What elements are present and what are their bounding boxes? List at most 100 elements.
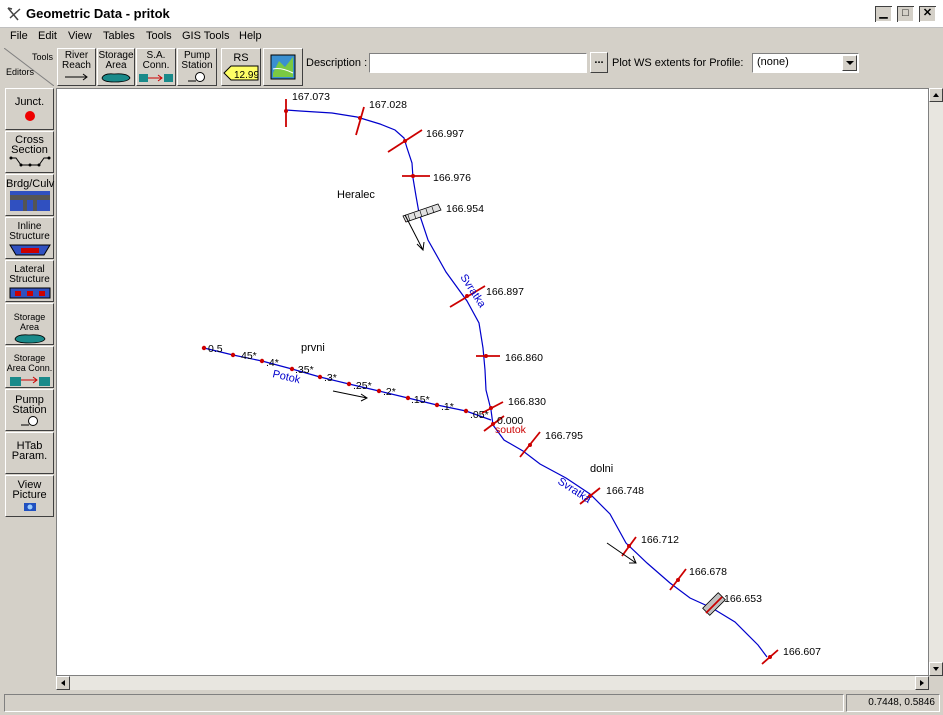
- river-reach-button[interactable]: River Reach: [57, 48, 96, 86]
- station-label: .2*: [383, 386, 396, 398]
- reach-label: prvni: [301, 342, 325, 354]
- station-label: 166.860: [505, 352, 543, 364]
- scroll-left-button[interactable]: [56, 676, 70, 690]
- menu-file[interactable]: File: [10, 30, 28, 42]
- status-bar: 0.7448, 0.5846: [0, 692, 943, 715]
- schematic-svg[interactable]: 167.073 167.028 166.997 166.976 166.954 …: [56, 88, 929, 676]
- schematic-canvas[interactable]: 167.073 167.028 166.997 166.976 166.954 …: [56, 88, 929, 676]
- junction-editor-button[interactable]: Junct.: [5, 88, 54, 130]
- reach-label: dolni: [590, 463, 613, 475]
- menu-tools[interactable]: Tools: [146, 30, 172, 42]
- editor-label: Param.: [11, 450, 48, 462]
- bridge-culvert-editor-button[interactable]: Brdg/Culv: [5, 174, 54, 216]
- cross-section-icon: [9, 156, 50, 167]
- menu-edit[interactable]: Edit: [38, 30, 57, 42]
- editor-label: Section: [11, 144, 48, 156]
- cross-section-editor-button[interactable]: Cross Section: [5, 131, 54, 173]
- storage-area-button[interactable]: Storage Area: [97, 48, 135, 86]
- arrow-right-icon: [920, 680, 924, 686]
- rs-label: RS: [233, 52, 249, 64]
- arrow-down-icon: [933, 667, 939, 671]
- status-message-panel: [4, 694, 844, 712]
- lateral-structure-editor-button[interactable]: Lateral Structure: [5, 260, 54, 302]
- gis-map-button[interactable]: [263, 48, 303, 86]
- tools-editors-corner: Tools Editors: [4, 48, 54, 86]
- pump-station-editor-button[interactable]: Pump Station: [5, 389, 54, 431]
- station-label: .3*: [324, 372, 337, 384]
- station-label: 166.678: [689, 566, 727, 578]
- lateral-structure-icon: [9, 287, 50, 299]
- close-button[interactable]: ✕: [918, 5, 937, 23]
- menu-tables[interactable]: Tables: [103, 30, 135, 42]
- scroll-down-button[interactable]: [929, 662, 943, 676]
- htab-editor-button[interactable]: HTab Param.: [5, 432, 54, 474]
- editor-label: Structure: [9, 231, 50, 242]
- station-label: 45*: [241, 350, 257, 362]
- flow-arrow-icon: [606, 542, 637, 564]
- scroll-up-button[interactable]: [929, 88, 943, 102]
- inline-structure-editor-button[interactable]: Inline Structure: [5, 217, 54, 259]
- junction-icon: [24, 111, 35, 121]
- description-label: Description :: [306, 57, 368, 69]
- station-label: 167.073: [292, 91, 330, 103]
- tools-label: Tools: [32, 52, 54, 62]
- maximize-icon: □: [902, 7, 909, 19]
- storage-area-editor-button[interactable]: Storage Area: [5, 303, 54, 345]
- editor-label: Brdg/Culv: [6, 178, 55, 190]
- vertical-scrollbar[interactable]: [929, 88, 943, 676]
- rs-button[interactable]: RS 12.99: [221, 48, 261, 86]
- menu-gis-tools[interactable]: GIS Tools: [182, 30, 230, 42]
- chevron-down-icon[interactable]: [842, 55, 857, 71]
- sa-connection-icon: [139, 74, 173, 82]
- window-title: Geometric Data - pritok: [26, 6, 170, 21]
- inline-structure[interactable]: [702, 592, 726, 616]
- description-ellipsis-button[interactable]: ...: [590, 52, 608, 73]
- view-picture-editor-button[interactable]: View Picture: [5, 475, 54, 517]
- inline-structure-icon: [8, 244, 51, 256]
- menu-view[interactable]: View: [68, 30, 92, 42]
- coordinate-readout: 0.7448, 0.5846: [846, 694, 940, 712]
- description-input[interactable]: [369, 53, 587, 73]
- station-label: 167.028: [369, 99, 407, 111]
- river-name-labels: Svratka Potok Svratka: [271, 272, 594, 506]
- storage-area-conn-icon: [9, 376, 50, 386]
- editor-label: Structure: [9, 274, 50, 285]
- station-label: 166.830: [508, 396, 546, 408]
- horizontal-scrollbar[interactable]: [56, 676, 929, 690]
- scroll-right-button[interactable]: [915, 676, 929, 690]
- bridge-structure[interactable]: [402, 203, 442, 223]
- storage-area-icon: [14, 334, 45, 344]
- station-label: 166.897: [486, 286, 524, 298]
- station-label: .15*: [411, 394, 430, 406]
- editor-label: Area Conn.: [6, 363, 53, 373]
- pump-station-button[interactable]: Pump Station: [177, 48, 217, 86]
- plot-ws-label: Plot WS extents for Profile:: [612, 57, 744, 69]
- station-label: 166.976: [433, 172, 471, 184]
- station-label: 166.748: [606, 485, 644, 497]
- menu-help[interactable]: Help: [239, 30, 262, 42]
- storage-area-icon: [101, 73, 131, 83]
- maximize-button[interactable]: □: [896, 5, 915, 23]
- sa-conn-label-2: Conn.: [142, 60, 170, 71]
- storage-area-label-2: Area: [105, 60, 127, 71]
- sa-conn-button[interactable]: S.A. Conn.: [136, 48, 176, 86]
- profile-select-value: (none): [757, 56, 789, 68]
- station-label: 166.795: [545, 430, 583, 442]
- camera-icon: [23, 503, 36, 511]
- river-name: Svratka: [457, 272, 488, 311]
- arrow-left-icon: [61, 680, 65, 686]
- profile-select[interactable]: (none): [752, 53, 859, 73]
- minimize-button[interactable]: ▁: [874, 5, 893, 23]
- station-label: 0.5: [208, 343, 223, 355]
- close-icon: ✕: [922, 7, 933, 19]
- station-label: 166.653: [724, 593, 762, 605]
- editor-label: Storage: [13, 312, 46, 322]
- storage-area-conn-editor-button[interactable]: Storage Area Conn.: [5, 346, 54, 388]
- minimize-icon: ▁: [879, 7, 888, 19]
- cross-section[interactable]: [355, 106, 365, 136]
- junction-label[interactable]: soutok: [495, 424, 527, 436]
- editor-label: Station: [12, 404, 47, 416]
- station-label: .1*: [441, 401, 454, 413]
- pump-station-icon: [20, 416, 38, 426]
- editor-label: Junct.: [14, 96, 45, 108]
